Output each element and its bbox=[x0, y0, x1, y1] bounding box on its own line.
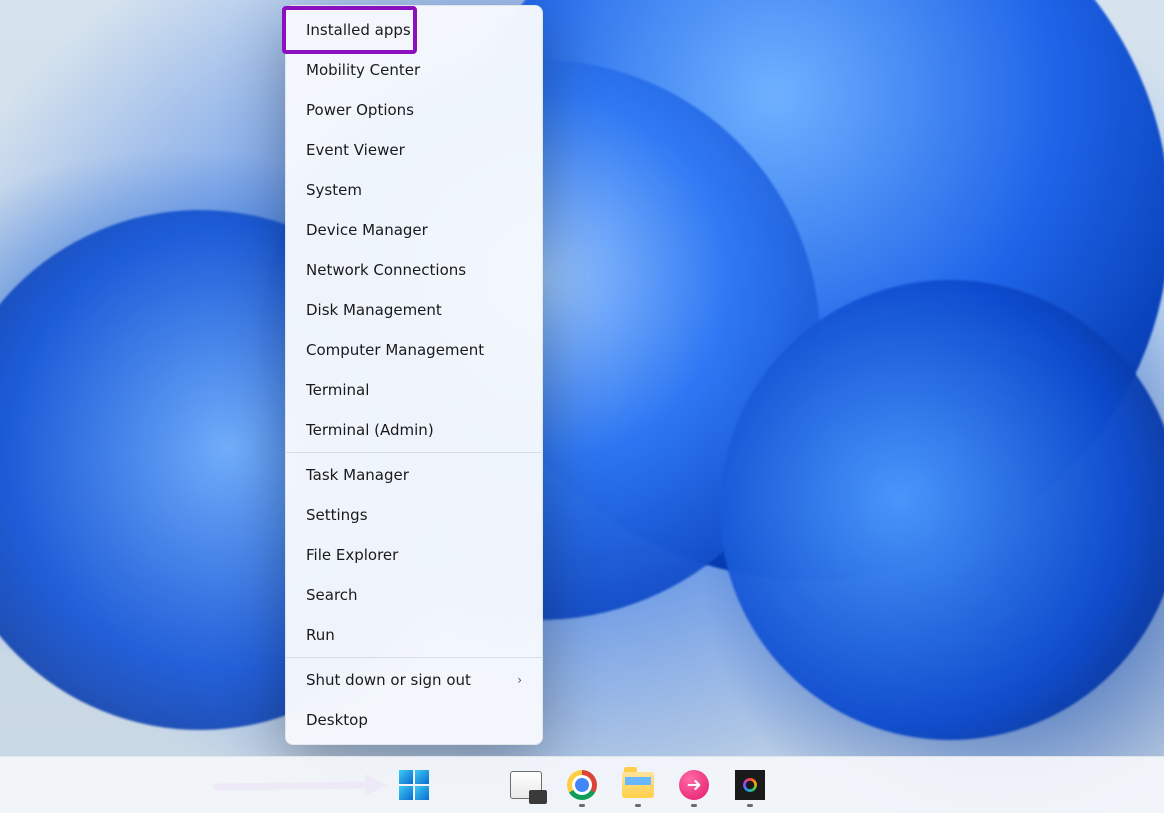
menu-item-file-explorer[interactable]: File Explorer bbox=[286, 535, 542, 575]
menu-item-label: Desktop bbox=[306, 711, 368, 729]
menu-item-label: File Explorer bbox=[306, 546, 398, 564]
menu-item-label: Terminal (Admin) bbox=[306, 421, 434, 439]
menu-item-label: Mobility Center bbox=[306, 61, 420, 79]
menu-item-label: Settings bbox=[306, 506, 368, 524]
menu-item-network-connections[interactable]: Network Connections bbox=[286, 250, 542, 290]
menu-item-label: Disk Management bbox=[306, 301, 442, 319]
menu-item-label: Shut down or sign out bbox=[306, 671, 471, 689]
pink-circle-icon bbox=[679, 770, 709, 800]
chevron-right-icon: › bbox=[517, 673, 522, 687]
menu-separator bbox=[286, 452, 542, 453]
running-indicator bbox=[635, 804, 641, 807]
menu-item-label: Task Manager bbox=[306, 466, 409, 484]
menu-item-terminal[interactable]: Terminal bbox=[286, 370, 542, 410]
taskbar-item-start[interactable] bbox=[391, 762, 437, 808]
menu-item-label: Terminal bbox=[306, 381, 369, 399]
menu-item-terminal-admin[interactable]: Terminal (Admin) bbox=[286, 410, 542, 450]
menu-item-search[interactable]: Search bbox=[286, 575, 542, 615]
menu-item-label: Event Viewer bbox=[306, 141, 405, 159]
menu-item-label: Network Connections bbox=[306, 261, 466, 279]
menu-item-label: Power Options bbox=[306, 101, 414, 119]
taskbar-item-file-explorer[interactable] bbox=[615, 762, 661, 808]
black-square-icon bbox=[735, 770, 765, 800]
menu-item-label: Search bbox=[306, 586, 358, 604]
menu-item-label: System bbox=[306, 181, 362, 199]
chrome-icon bbox=[567, 770, 597, 800]
menu-item-label: Device Manager bbox=[306, 221, 428, 239]
menu-item-disk-management[interactable]: Disk Management bbox=[286, 290, 542, 330]
winx-context-menu: Installed apps Mobility Center Power Optio… bbox=[285, 5, 543, 745]
menu-item-label: Run bbox=[306, 626, 335, 644]
taskbar-item-pink-app[interactable] bbox=[671, 762, 717, 808]
menu-item-power-options[interactable]: Power Options bbox=[286, 90, 542, 130]
menu-item-computer-management[interactable]: Computer Management bbox=[286, 330, 542, 370]
taskbar-item-chrome[interactable] bbox=[559, 762, 605, 808]
running-indicator bbox=[691, 804, 697, 807]
file-explorer-icon bbox=[622, 772, 654, 798]
menu-item-label: Computer Management bbox=[306, 341, 484, 359]
menu-item-event-viewer[interactable]: Event Viewer bbox=[286, 130, 542, 170]
menu-item-run[interactable]: Run bbox=[286, 615, 542, 655]
taskbar-item-sharex[interactable] bbox=[727, 762, 773, 808]
menu-item-label: Installed apps bbox=[306, 21, 411, 39]
menu-item-mobility-center[interactable]: Mobility Center bbox=[286, 50, 542, 90]
menu-item-device-manager[interactable]: Device Manager bbox=[286, 210, 542, 250]
menu-item-task-manager[interactable]: Task Manager bbox=[286, 455, 542, 495]
taskbar bbox=[0, 756, 1164, 813]
running-indicator bbox=[747, 804, 753, 807]
menu-item-settings[interactable]: Settings bbox=[286, 495, 542, 535]
menu-separator bbox=[286, 657, 542, 658]
taskbar-item-search[interactable] bbox=[447, 762, 493, 808]
desktop-wallpaper bbox=[0, 0, 1164, 813]
menu-item-shut-down-sign-out[interactable]: Shut down or sign out › bbox=[286, 660, 542, 700]
menu-item-installed-apps[interactable]: Installed apps bbox=[286, 10, 542, 50]
windows-start-icon bbox=[399, 770, 429, 800]
running-indicator bbox=[579, 804, 585, 807]
menu-item-system[interactable]: System bbox=[286, 170, 542, 210]
taskbar-item-task-view[interactable] bbox=[503, 762, 549, 808]
menu-item-desktop[interactable]: Desktop bbox=[286, 700, 542, 740]
task-view-icon bbox=[510, 771, 542, 799]
